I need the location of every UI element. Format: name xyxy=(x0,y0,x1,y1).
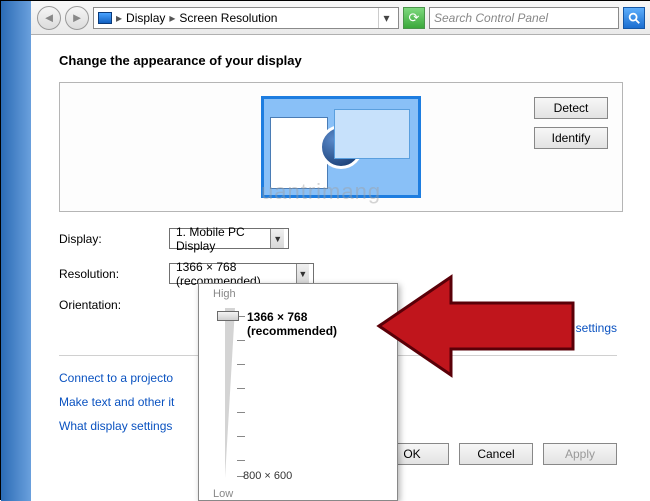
advanced-settings-link[interactable]: Advanced settings xyxy=(519,321,617,335)
identify-button[interactable]: Identify xyxy=(534,127,608,149)
page-title: Change the appearance of your display xyxy=(59,53,623,68)
chevron-down-icon: ▼ xyxy=(270,229,284,248)
slider-selected-value: 1366 × 768 (recommended) xyxy=(247,310,397,338)
slider-tick xyxy=(237,364,245,365)
slider-min-label: 800 × 600 xyxy=(243,470,292,482)
display-dropdown[interactable]: 1. Mobile PC Display ▼ xyxy=(169,228,289,249)
display-icon xyxy=(98,12,112,24)
search-placeholder: Search Control Panel xyxy=(434,11,548,25)
display-preview[interactable]: 1 xyxy=(261,96,421,198)
display-number-badge: 1 xyxy=(319,125,363,169)
resolution-slider-popup[interactable]: High 1366 × 768 (recommended) 800 × 600 … xyxy=(198,283,398,501)
forward-button[interactable]: ► xyxy=(65,6,89,30)
resolution-dropdown[interactable]: 1366 × 768 (recommended) ▼ xyxy=(169,263,314,284)
slider-thumb[interactable] xyxy=(217,311,239,321)
apply-button[interactable]: Apply xyxy=(543,443,617,465)
chevron-down-icon: ▼ xyxy=(296,264,309,283)
search-icon xyxy=(627,11,641,25)
navigation-bar: ◄ ► ▸ Display ▸ Screen Resolution ▾ ⟳ Se… xyxy=(31,1,650,35)
orientation-label: Orientation: xyxy=(59,298,169,312)
slider-tick xyxy=(237,340,245,341)
window-frame-left xyxy=(1,1,31,501)
dialog-buttons: OK Cancel Apply xyxy=(375,443,617,465)
slider-high-label: High xyxy=(213,288,236,300)
text-size-link[interactable]: Make text and other it xyxy=(59,395,174,409)
slider-low-label: Low xyxy=(213,488,233,500)
display-help-link[interactable]: What display settings xyxy=(59,419,174,433)
slider-tick xyxy=(237,436,245,437)
slider-tick xyxy=(237,412,245,413)
chevron-right-icon: ▸ xyxy=(116,11,122,25)
breadcrumb-item-screenres[interactable]: Screen Resolution xyxy=(179,11,277,25)
help-links: Connect to a projecto Make text and othe… xyxy=(59,371,174,433)
display-field-row: Display: 1. Mobile PC Display ▼ xyxy=(59,228,623,249)
resolution-field-row: Resolution: 1366 × 768 (recommended) ▼ xyxy=(59,263,623,284)
search-button[interactable] xyxy=(623,7,645,29)
back-button[interactable]: ◄ xyxy=(37,6,61,30)
detect-button[interactable]: Detect xyxy=(534,97,608,119)
display-dropdown-value: 1. Mobile PC Display xyxy=(176,225,264,253)
breadcrumb-dropdown[interactable]: ▾ xyxy=(378,8,394,28)
refresh-button[interactable]: ⟳ xyxy=(403,7,425,29)
display-arrangement-box: 1 Detect Identify xyxy=(59,82,623,212)
slider-track[interactable] xyxy=(225,308,237,478)
chevron-right-icon: ▸ xyxy=(169,11,175,25)
display-label: Display: xyxy=(59,232,169,246)
connect-projector-link[interactable]: Connect to a projecto xyxy=(59,371,174,385)
resolution-label: Resolution: xyxy=(59,267,169,281)
cancel-button[interactable]: Cancel xyxy=(459,443,533,465)
breadcrumb-item-display[interactable]: Display xyxy=(126,11,165,25)
breadcrumb[interactable]: ▸ Display ▸ Screen Resolution ▾ xyxy=(93,7,399,29)
slider-tick xyxy=(237,460,245,461)
search-input[interactable]: Search Control Panel xyxy=(429,7,619,29)
slider-tick xyxy=(237,388,245,389)
slider-track-shape xyxy=(225,308,235,478)
